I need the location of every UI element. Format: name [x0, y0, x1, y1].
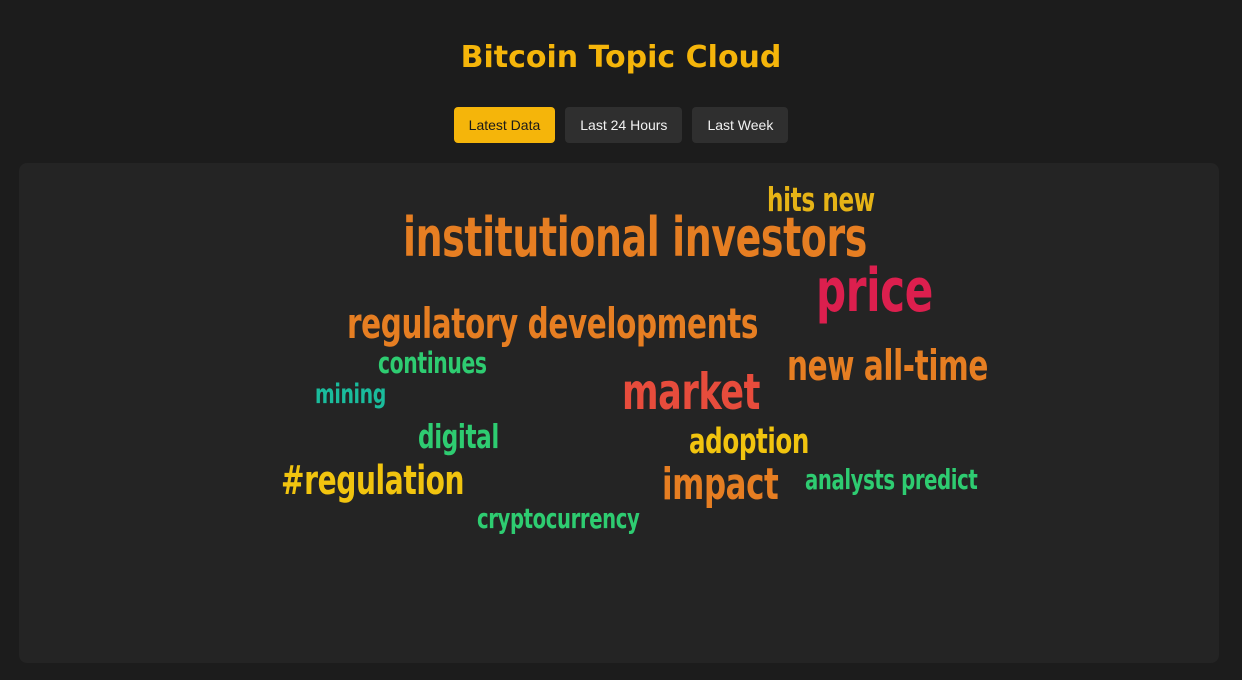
cloud-word-analysts-predict: analysts predict [805, 463, 978, 496]
cloud-word-new-all-time: new all-time [787, 341, 988, 390]
cloud-word-continues: continues [378, 346, 487, 380]
cloud-word-price: price [816, 256, 933, 326]
cloud-word-regulation: #regulation [281, 458, 465, 504]
word-cloud-panel: hits new institutional investors price r… [19, 163, 1219, 663]
last-24-hours-button[interactable]: Last 24 Hours [565, 107, 683, 143]
cloud-word-adoption: adoption [689, 422, 810, 462]
page: Bitcoin Topic Cloud Latest Data Last 24 … [0, 0, 1242, 680]
cloud-word-cryptocurrency: cryptocurrency [477, 502, 640, 535]
page-title: Bitcoin Topic Cloud [460, 40, 782, 75]
cloud-word-institutional-investors: institutional investors [403, 206, 867, 269]
cloud-word-digital: digital [418, 417, 499, 456]
time-range-selector: Latest Data Last 24 Hours Last Week [0, 107, 1242, 143]
cloud-word-impact: impact [662, 459, 779, 510]
last-week-button[interactable]: Last Week [692, 107, 789, 143]
cloud-word-regulatory-developments: regulatory developments [347, 299, 759, 348]
cloud-word-mining: mining [315, 379, 386, 410]
cloud-word-market: market [622, 363, 761, 421]
latest-data-button[interactable]: Latest Data [453, 107, 556, 143]
